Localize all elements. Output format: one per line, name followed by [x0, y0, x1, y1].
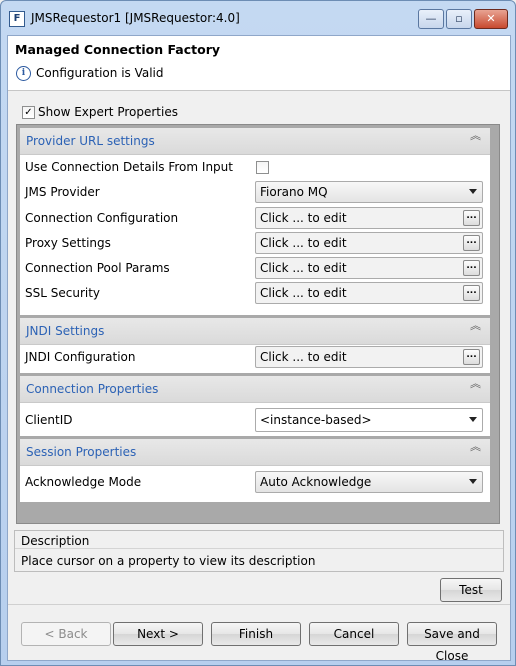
- section-title: Session Properties: [26, 445, 137, 459]
- collapse-icon[interactable]: ︽: [470, 320, 481, 331]
- maximize-icon: ▫: [455, 12, 463, 25]
- window-title: JMSRequestor1 [JMSRequestor:4.0]: [31, 11, 240, 25]
- page-title: Managed Connection Factory: [15, 42, 221, 57]
- description-panel: Description Place cursor on a property t…: [14, 530, 504, 572]
- next-button[interactable]: Next >: [113, 622, 203, 646]
- dialog-client-area: Managed Connection Factory i Configurati…: [7, 35, 511, 663]
- client-id-combobox[interactable]: <instance-based>: [255, 408, 483, 432]
- field-value: Click ... to edit: [260, 286, 347, 300]
- validation-status: Configuration is Valid: [36, 66, 164, 80]
- divider: [15, 548, 503, 549]
- divider: [8, 604, 510, 605]
- section-provider-url: Provider URL settings ︽ Use Connection D…: [20, 128, 490, 315]
- test-button[interactable]: Test: [440, 578, 502, 602]
- jms-provider-select[interactable]: Fiorano MQ: [255, 181, 483, 203]
- minimize-icon: —: [425, 12, 437, 25]
- show-expert-checkbox[interactable]: ✓: [22, 106, 35, 119]
- field-value: Click ... to edit: [260, 261, 347, 275]
- connection-pool-params-field[interactable]: Click ... to edit ...: [255, 257, 483, 279]
- row-label-acknowledge-mode: Acknowledge Mode: [25, 475, 142, 489]
- row-label-jndi-configuration: JNDI Configuration: [25, 350, 136, 364]
- ellipsis-button[interactable]: ...: [463, 235, 480, 251]
- ellipsis-button[interactable]: ...: [463, 210, 480, 226]
- section-title: Connection Properties: [26, 382, 159, 396]
- back-button[interactable]: < Back: [21, 622, 111, 646]
- cancel-button[interactable]: Cancel: [309, 622, 399, 646]
- field-value: Click ... to edit: [260, 211, 347, 225]
- row-label-connection-pool-params: Connection Pool Params: [25, 261, 170, 275]
- title-bar[interactable]: F JMSRequestor1 [JMSRequestor:4.0] — ▫ ✕: [1, 1, 515, 37]
- section-title: Provider URL settings: [26, 134, 155, 148]
- dropdown-arrow-icon[interactable]: [469, 417, 477, 422]
- description-title: Description: [21, 534, 90, 548]
- fiorano-app-icon: F: [9, 11, 25, 27]
- dropdown-arrow-icon[interactable]: [469, 189, 477, 194]
- show-expert-label: Show Expert Properties: [38, 105, 178, 119]
- use-connection-details-checkbox[interactable]: [256, 161, 269, 174]
- section-title: JNDI Settings: [26, 324, 105, 338]
- row-label-proxy-settings: Proxy Settings: [25, 236, 111, 250]
- description-text: Place cursor on a property to view its d…: [21, 554, 316, 568]
- field-value: Click ... to edit: [260, 350, 347, 364]
- jms-provider-value: Fiorano MQ: [260, 185, 328, 199]
- section-connection-properties: Connection Properties ︽ ClientID <instan…: [20, 376, 490, 436]
- row-label-ssl-security: SSL Security: [25, 286, 101, 300]
- section-header-provider-url[interactable]: Provider URL settings ︽: [20, 128, 490, 155]
- ellipsis-button[interactable]: ...: [463, 349, 480, 365]
- row-label-client-id: ClientID: [25, 413, 73, 427]
- section-header-connection-properties[interactable]: Connection Properties ︽: [20, 376, 490, 403]
- client-id-value[interactable]: <instance-based>: [260, 413, 372, 427]
- close-icon: ✕: [486, 12, 496, 25]
- row-label-use-connection-details: Use Connection Details From Input: [25, 160, 233, 174]
- dialog-header: Managed Connection Factory i Configurati…: [8, 36, 510, 91]
- section-jndi: JNDI Settings ︽ JNDI Configuration Click…: [20, 318, 490, 373]
- dialog-window: F JMSRequestor1 [JMSRequestor:4.0] — ▫ ✕…: [0, 0, 516, 666]
- acknowledge-mode-select[interactable]: Auto Acknowledge: [255, 471, 483, 493]
- acknowledge-mode-value: Auto Acknowledge: [260, 475, 372, 489]
- section-session-properties: Session Properties ︽ Acknowledge Mode Au…: [20, 439, 490, 502]
- save-and-close-button[interactable]: Save and Close: [407, 622, 497, 663]
- ellipsis-button[interactable]: ...: [463, 260, 480, 276]
- collapse-icon[interactable]: ︽: [470, 441, 481, 452]
- property-sheet: Provider URL settings ︽ Use Connection D…: [16, 124, 500, 524]
- ssl-security-field[interactable]: Click ... to edit ...: [255, 282, 483, 304]
- section-header-jndi[interactable]: JNDI Settings ︽: [20, 318, 490, 345]
- info-icon: i: [16, 66, 31, 81]
- collapse-icon[interactable]: ︽: [470, 378, 481, 389]
- collapse-icon[interactable]: ︽: [470, 130, 481, 141]
- jndi-configuration-field[interactable]: Click ... to edit ...: [255, 346, 483, 368]
- minimize-button[interactable]: —: [418, 9, 444, 29]
- connection-configuration-field[interactable]: Click ... to edit ...: [255, 207, 483, 229]
- proxy-settings-field[interactable]: Click ... to edit ...: [255, 232, 483, 254]
- close-button[interactable]: ✕: [474, 9, 508, 29]
- ellipsis-button[interactable]: ...: [463, 285, 480, 301]
- finish-button[interactable]: Finish: [211, 622, 301, 646]
- row-label-connection-configuration: Connection Configuration: [25, 211, 179, 225]
- dropdown-arrow-icon[interactable]: [469, 479, 477, 484]
- maximize-button[interactable]: ▫: [446, 9, 472, 29]
- row-label-jms-provider: JMS Provider: [25, 185, 100, 199]
- field-value: Click ... to edit: [260, 236, 347, 250]
- section-header-session-properties[interactable]: Session Properties ︽: [20, 439, 490, 466]
